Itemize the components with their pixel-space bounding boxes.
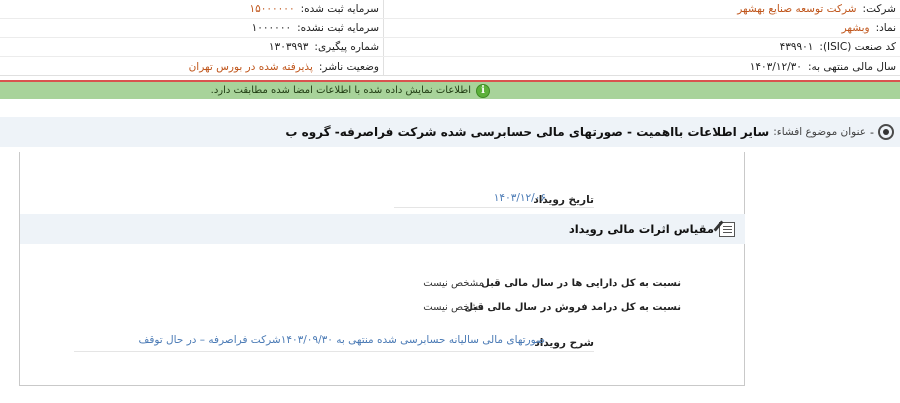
info-row: کد صنعت (ISIC): ۴۳۹۹۰۱ شماره پیگیری: ۱۳۰… — [0, 38, 900, 57]
fiscal-year-value: ۱۴۰۳/۱۲/۳۰ — [749, 60, 802, 73]
fiscal-year-cell: سال مالی منتهی به: ۱۴۰۳/۱۲/۳۰ — [383, 57, 900, 76]
info-row: شرکت: شرکت توسعه صنایع بهشهر سرمایه ثبت … — [0, 0, 900, 19]
registered-capital-cell: سرمایه ثبت شده: ۱۵۰۰۰۰۰۰ — [0, 0, 383, 18]
event-date-value: ۱۴۰۳/۱۲/۰۶ — [493, 192, 546, 204]
unregistered-capital-value: ۱۰۰۰۰۰۰ — [251, 22, 292, 34]
info-row: سال مالی منتهی به: ۱۴۰۳/۱۲/۳۰ وضعیت ناشر… — [0, 57, 900, 76]
revenue-ratio-value: مشخص نیست — [423, 302, 484, 313]
disclosure-content: تاریخ رویداد ۱۴۰۳/۱۲/۰۶ مقیاس اثرات مالی… — [19, 152, 745, 386]
date-underline — [394, 207, 594, 208]
revenue-ratio-label: نسبت به کل درامد فروش در سال مالی قبل — [464, 302, 681, 313]
registered-capital-label: سرمایه ثبت شده: — [300, 3, 379, 15]
description-underline — [74, 351, 594, 352]
isic-value: ۴۳۹۹۰۱ — [779, 41, 814, 53]
publisher-status-cell: وضعیت ناشر: پذیرفته شده در بورس تهران — [0, 57, 383, 76]
unregistered-capital-label: سرمایه ثبت نشده: — [297, 22, 379, 34]
isic-label: کد صنعت (ISIC): — [819, 41, 896, 53]
target-icon — [878, 124, 894, 140]
tracking-number-cell: شماره پیگیری: ۱۳۰۳۹۹۳ — [0, 38, 383, 56]
publisher-status-value: پذیرفته شده در بورس تهران — [188, 60, 313, 73]
subject-bar: - عنوان موضوع افشاء: سایر اطلاعات بااهمی… — [0, 117, 900, 147]
section-title: مقیاس اثرات مالی رویداد — [568, 222, 714, 236]
publisher-status-label: وضعیت ناشر: — [318, 60, 379, 73]
fiscal-year-label: سال مالی منتهی به: — [807, 60, 896, 73]
alert-text: اطلاعات نمایش داده شده با اطلاعات امضا ش… — [210, 85, 471, 96]
edit-note-icon — [719, 221, 735, 237]
company-name[interactable]: شرکت توسعه صنایع بهشهر — [737, 3, 856, 15]
isic-cell: کد صنعت (ISIC): ۴۳۹۹۰۱ — [383, 38, 900, 56]
company-cell: شرکت: شرکت توسعه صنایع بهشهر — [383, 0, 900, 18]
financial-effects-section: مقیاس اثرات مالی رویداد — [20, 214, 745, 244]
verification-alert: i اطلاعات نمایش داده شده با اطلاعات امضا… — [0, 82, 900, 99]
company-info-table: شرکت: شرکت توسعه صنایع بهشهر سرمایه ثبت … — [0, 0, 900, 76]
registered-capital-value: ۱۵۰۰۰۰۰۰ — [249, 3, 295, 15]
assets-ratio-label: نسبت به کل دارایی ها در سال مالی قبل — [481, 278, 681, 289]
subject-dash: - — [870, 125, 874, 139]
unregistered-capital-cell: سرمایه ثبت نشده: ۱۰۰۰۰۰۰ — [0, 19, 383, 37]
symbol-cell: نماد: وبشهر — [383, 19, 900, 37]
assets-ratio-value: مشخص نیست — [423, 278, 484, 289]
info-row: نماد: وبشهر سرمایه ثبت نشده: ۱۰۰۰۰۰۰ — [0, 19, 900, 38]
info-icon: i — [476, 83, 490, 98]
company-label: شرکت: — [862, 3, 896, 15]
symbol-value[interactable]: وبشهر — [842, 22, 870, 34]
tracking-number-label: شماره پیگیری: — [314, 41, 379, 53]
tracking-number-value: ۱۳۰۳۹۹۳ — [268, 41, 309, 53]
description-value: صورتهای مالی سالیانه حسابرسی شده منتهی ب… — [138, 334, 545, 346]
subject-title: سایر اطلاعات بااهمیت - صورتهای مالی حساب… — [285, 125, 770, 139]
subject-label: عنوان موضوع افشاء: — [773, 126, 867, 138]
symbol-label: نماد: — [875, 22, 896, 34]
